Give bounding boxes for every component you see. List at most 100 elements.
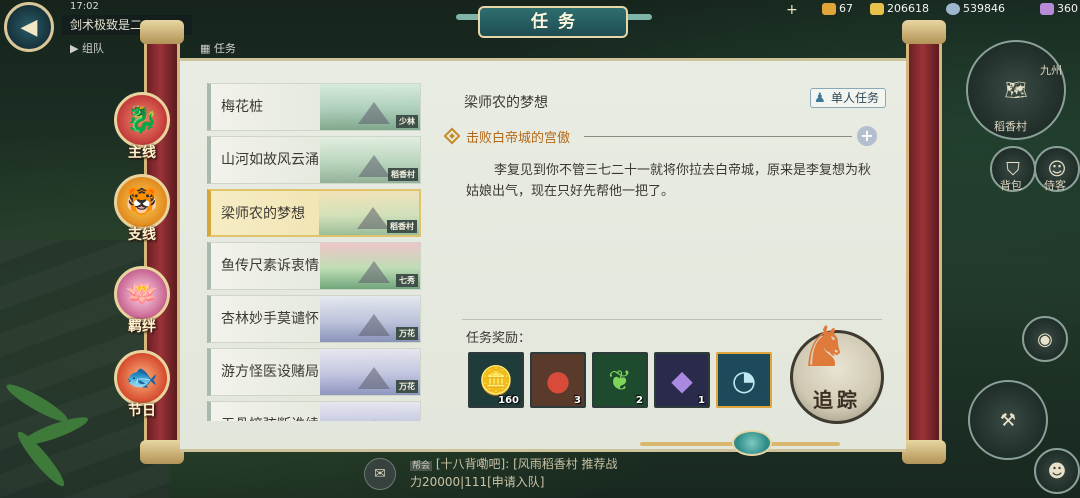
reward-count: 160 xyxy=(498,395,519,406)
expand-objective-button[interactable]: + xyxy=(857,126,877,146)
avatar-icon: ☻ xyxy=(1047,460,1067,482)
quest-item[interactable]: 梅花桩 少林 xyxy=(207,83,421,131)
chat-line-1: [十八背嘞吧]: [风雨稻香村 推荐战 xyxy=(435,457,618,471)
pagoda-icon xyxy=(358,367,390,389)
category-bond[interactable]: 🪷 羁绊 xyxy=(110,266,174,336)
pagoda-icon xyxy=(357,207,389,229)
category-label: 支线 xyxy=(128,227,156,243)
scroll-cap xyxy=(902,20,946,44)
task-tab[interactable]: ▦ 任务 xyxy=(200,40,236,56)
quest-name: 梅花桩 xyxy=(221,99,263,115)
crown-icon xyxy=(870,2,884,15)
scroll-cap xyxy=(140,20,184,44)
eye-skill-button[interactable]: ◉ xyxy=(1022,316,1068,362)
team-label: 组队 xyxy=(81,42,104,55)
avatar-button[interactable]: ☻ xyxy=(1034,448,1080,494)
currency-silver[interactable]: 539846 xyxy=(946,2,1005,15)
chat-button[interactable]: ✉ xyxy=(364,458,396,490)
back-arrow-icon: ◀ xyxy=(20,14,38,40)
red-fruit-icon: ● xyxy=(545,363,571,397)
purple-crystal-icon: ◆ xyxy=(671,363,693,397)
add-currency-button[interactable]: + xyxy=(786,2,798,18)
reward-slot[interactable]: ◆ 1 xyxy=(654,352,710,408)
scroll-rod-right xyxy=(906,22,942,462)
quest-name: 杏林妙手莫谴怀 xyxy=(221,311,319,327)
quest-detail-title: 梁师农的梦想 xyxy=(464,95,548,111)
reward-count: 3 xyxy=(574,395,581,406)
page-title: 任务 xyxy=(478,6,628,38)
bag-label: 背包 xyxy=(1000,179,1022,192)
jade-pendant-icon xyxy=(732,430,772,456)
pagoda-icon xyxy=(358,261,390,283)
carp-icon: 🐟 xyxy=(114,350,170,406)
category-label: 羁绊 xyxy=(128,319,156,335)
chat-channel-tag: 帮会 xyxy=(410,461,433,471)
quest-item[interactable]: 无骨悴弦断谁续 xyxy=(207,401,421,421)
currency-gem[interactable]: 360 xyxy=(1040,2,1078,15)
reward-slot[interactable]: ◔ xyxy=(716,352,772,408)
category-side[interactable]: 🐯 支线 xyxy=(110,174,174,244)
currency-value: 539846 xyxy=(963,2,1005,15)
chat-line-2: 力20000|111[申请入队] xyxy=(410,475,545,489)
category-label: 主线 xyxy=(128,145,156,161)
quest-item[interactable]: 山河如故风云涌 稻香村 xyxy=(207,136,421,184)
track-button[interactable]: ♞ 追踪 xyxy=(790,315,884,424)
team-tab[interactable]: ▶ 组队 xyxy=(70,40,104,56)
tassel-ornament xyxy=(640,426,850,462)
quest-item-selected[interactable]: 梁师农的梦想 稻香村 xyxy=(207,189,421,237)
quest-name: 无骨悴弦断谁续 xyxy=(221,402,319,421)
quest-scene-image xyxy=(320,402,420,421)
quest-item[interactable]: 杏林妙手莫谴怀 万花 xyxy=(207,295,421,343)
pagoda-icon xyxy=(358,314,390,336)
task-label: 任务 xyxy=(213,42,236,55)
chat-message[interactable]: 帮会 [十八背嘞吧]: [风雨稻香村 推荐战 力20000|111[申请入队] xyxy=(410,456,618,490)
objective-divider xyxy=(584,136,852,137)
category-label: 节日 xyxy=(128,403,156,419)
lotus-crane-icon: 🪷 xyxy=(114,266,170,322)
track-label: 追踪 xyxy=(813,388,861,412)
scroll-cap xyxy=(902,440,946,464)
pagoda-icon xyxy=(358,155,390,177)
map-icon: 🗺 xyxy=(1004,79,1028,101)
category-main[interactable]: 🐉 主线 xyxy=(110,92,174,162)
currency-gold[interactable]: 67 xyxy=(822,2,853,15)
quest-location-tag: 稻香村 xyxy=(388,168,418,181)
hammer-icon: ⚒ xyxy=(999,409,1017,431)
village-label: 稻香村 xyxy=(994,120,1027,133)
quest-name: 梁师农的梦想 xyxy=(221,206,305,222)
green-vegetable-icon: ❦ xyxy=(608,363,632,397)
attack-button[interactable]: ⚒ xyxy=(968,380,1048,460)
reward-slot[interactable]: 🪙 160 xyxy=(468,352,524,408)
back-button[interactable]: ◀ xyxy=(4,2,54,52)
servant-label: 侍客 xyxy=(1044,179,1066,192)
quest-name: 鱼传尺素诉衷情 xyxy=(221,258,319,274)
eye-icon: ◉ xyxy=(1037,328,1053,350)
reward-slot[interactable]: ❦ 2 xyxy=(592,352,648,408)
quest-name: 山河如故风云涌 xyxy=(221,152,319,168)
currency-crown[interactable]: 206618 xyxy=(870,2,929,15)
quest-location-tag: 稻香村 xyxy=(387,220,417,233)
quest-list[interactable]: 梅花桩 少林 山河如故风云涌 稻香村 梁师农的梦想 稻香村 鱼传尺素诉衷情 七秀… xyxy=(207,83,421,421)
reward-label: 任务奖励： xyxy=(466,331,532,346)
reward-slot[interactable]: ● 3 xyxy=(530,352,586,408)
gem-icon xyxy=(1040,2,1054,15)
quest-location-tag: 万花 xyxy=(396,327,418,340)
clock-text: 17:02 xyxy=(70,1,99,12)
wind-skill-icon: ◔ xyxy=(731,363,757,397)
gold-ingot-icon: 🪙 xyxy=(478,363,514,397)
tiger-icon: 🐯 xyxy=(114,174,170,230)
silver-coin-icon xyxy=(946,2,960,15)
quest-location-tag: 万花 xyxy=(396,380,418,393)
map-label: 九州 xyxy=(1040,64,1062,77)
person-icon: ♟ xyxy=(814,91,826,106)
quest-objective[interactable]: 击败白帝城的宫傲 xyxy=(466,127,570,146)
quest-item[interactable]: 游方怪医设赌局 万花 xyxy=(207,348,421,396)
category-festival[interactable]: 🐟 节日 xyxy=(110,350,174,420)
reward-count: 1 xyxy=(698,395,705,406)
scroll-cap xyxy=(140,440,184,464)
quest-item[interactable]: 鱼传尺素诉衷情 七秀 xyxy=(207,242,421,290)
quest-type-label: 单人任务 xyxy=(831,91,880,105)
quest-type-badge: ♟ 单人任务 xyxy=(810,88,887,108)
gold-ingot-icon xyxy=(822,2,836,15)
pagoda-icon xyxy=(358,420,390,421)
